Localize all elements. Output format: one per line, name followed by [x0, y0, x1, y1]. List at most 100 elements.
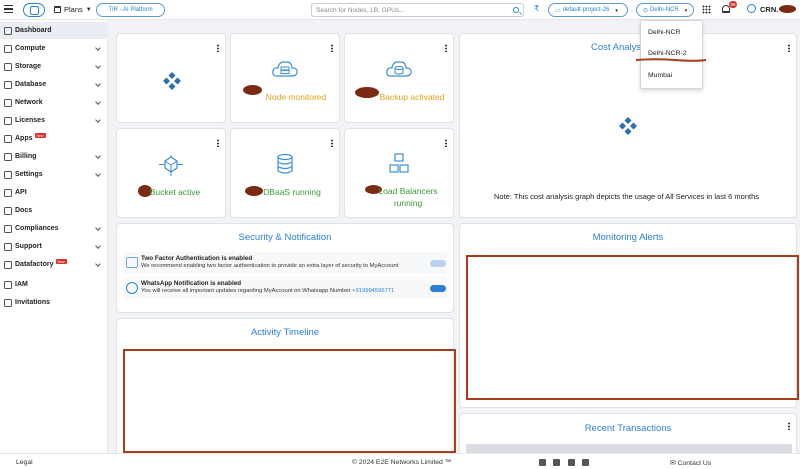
copyright-text: © 2024 E2E Networks Limited ™	[352, 459, 452, 466]
facebook-icon[interactable]	[553, 459, 560, 466]
whatsapp-toggle[interactable]	[430, 285, 446, 292]
backup-status-label: Backup activated	[379, 92, 445, 102]
user-name[interactable]: CRN.	[760, 5, 778, 14]
user-icon[interactable]	[747, 4, 756, 13]
sidebar-item-apps[interactable]: Apps New	[0, 130, 108, 147]
annotation-box	[466, 255, 799, 400]
project-selector[interactable]: ▭ default-project-26 ▼	[548, 3, 628, 17]
sidebar-item-docs[interactable]: Docs	[0, 202, 108, 219]
search-input[interactable]	[312, 4, 502, 16]
chevron-down-icon	[95, 63, 101, 69]
licenses-icon	[4, 116, 12, 125]
more-options-icon[interactable]	[788, 44, 790, 52]
sidebar-item-label: Apps	[15, 135, 33, 142]
sidebar-item-storage[interactable]: Storage	[0, 58, 108, 75]
chevron-down-icon	[95, 153, 101, 159]
sidebar-item-database[interactable]: Database	[0, 76, 108, 93]
more-options-icon[interactable]	[331, 44, 333, 52]
sidebar-item-api[interactable]: API	[0, 184, 108, 201]
sidebar-item-support[interactable]: Support	[0, 238, 108, 255]
whatsapp-description: You will receive all important updates r…	[141, 288, 394, 294]
sidebar-item-network[interactable]: Network	[0, 94, 108, 111]
billing-rupee-icon[interactable]: ₹	[534, 4, 539, 13]
card-backup[interactable]: Backup activated	[344, 33, 454, 123]
more-options-icon[interactable]	[445, 44, 447, 52]
sidebar-item-label: Datafactory	[15, 261, 54, 268]
legal-link[interactable]: Legal	[16, 459, 33, 466]
annotation-box	[123, 349, 456, 453]
card-bucket[interactable]: Bucket active	[116, 128, 226, 218]
sidebar-item-compliances[interactable]: Compliances	[0, 220, 108, 237]
plans-menu[interactable]: Plans ▼	[54, 5, 92, 14]
plans-label: Plans	[64, 5, 83, 14]
sidebar-item-iam[interactable]: IAM	[0, 276, 108, 293]
e2e-diamond-icon	[619, 117, 637, 135]
settings-icon	[4, 170, 12, 179]
whatsapp-description-text: You will receive all important updates r…	[141, 288, 353, 294]
footer: Legal © 2024 E2E Networks Limited ™ ✉ Co…	[0, 453, 800, 469]
more-options-icon[interactable]	[788, 422, 790, 430]
sidebar-item-datafactory[interactable]: Datafactory New	[0, 256, 108, 273]
security-title: Security & Notification	[238, 232, 332, 243]
activity-timeline-card: Activity Timeline	[116, 318, 456, 453]
card-load-balancers[interactable]: Load Balancers running	[344, 128, 454, 218]
two-factor-icon	[126, 257, 138, 268]
cloud-server-icon	[272, 61, 298, 77]
redaction-mark	[779, 5, 796, 13]
linkedin-icon[interactable]	[539, 459, 546, 466]
rss-icon[interactable]	[582, 459, 589, 466]
chevron-down-icon	[95, 261, 101, 267]
tir-ai-platform-button[interactable]: TIR - AI Platform	[96, 3, 165, 17]
e2e-logo[interactable]	[23, 3, 45, 17]
more-options-icon[interactable]	[445, 139, 447, 147]
sidebar-item-compute[interactable]: Compute	[0, 40, 108, 57]
chevron-down-icon	[95, 45, 101, 51]
search-box[interactable]	[311, 3, 524, 17]
whatsapp-title: WhatsApp Notification is enabled	[141, 280, 242, 287]
caret-down-icon: ▼	[85, 6, 92, 13]
more-options-icon[interactable]	[217, 44, 219, 52]
sidebar-item-label: Database	[15, 81, 47, 88]
twofa-toggle[interactable]	[430, 260, 446, 267]
apps-icon	[4, 134, 12, 143]
card-dbaas[interactable]: DBaaS running	[230, 128, 340, 218]
twitter-icon[interactable]	[568, 459, 575, 466]
contact-us-link[interactable]: ✉ Contact Us	[670, 459, 711, 467]
new-badge: New	[34, 133, 46, 138]
card-overview	[116, 33, 226, 123]
sidebar-item-label: Dashboard	[15, 27, 52, 34]
compute-icon	[4, 44, 12, 53]
folder-icon: ▭	[555, 7, 561, 14]
region-selector[interactable]: ⊙ Delhi-NCR ▼	[636, 3, 694, 17]
lb-status-label-line1: Load Balancers	[378, 186, 438, 196]
sidebar-item-licenses[interactable]: Licenses	[0, 112, 108, 129]
twofa-description: We recommend enabling two factor authent…	[141, 263, 399, 269]
notification-badge: 99	[729, 1, 737, 8]
card-node[interactable]: Node monitored	[230, 33, 340, 123]
apps-grid-icon[interactable]	[702, 5, 711, 14]
more-options-icon[interactable]	[217, 139, 219, 147]
top-bar: Plans ▼ TIR - AI Platform ₹ ▭ default-pr…	[0, 0, 800, 20]
iam-icon	[4, 280, 12, 289]
sidebar-item-label: Storage	[15, 63, 42, 70]
sidebar-item-settings[interactable]: Settings	[0, 166, 108, 183]
project-label: default-project-26	[562, 7, 610, 13]
menu-icon[interactable]	[4, 5, 13, 13]
sidebar-item-billing[interactable]: Billing	[0, 148, 108, 165]
contact-us-label: Contact Us	[677, 460, 712, 467]
region-option-delhi-ncr[interactable]: Delhi-NCR	[648, 29, 680, 36]
region-option-delhi-ncr-2[interactable]: Delhi-NCR-2	[648, 50, 687, 57]
more-options-icon[interactable]	[331, 139, 333, 147]
sidebar-item-invitations[interactable]: Invitations	[0, 294, 108, 311]
sidebar-item-label: Licenses	[15, 117, 45, 124]
search-icon[interactable]	[513, 7, 519, 13]
region-option-mumbai[interactable]: Mumbai	[648, 72, 672, 79]
load-balancer-icon	[389, 153, 409, 173]
new-badge: New	[55, 259, 67, 264]
node-status-label: Node monitored	[265, 92, 327, 102]
sidebar: Dashboard Compute Storage Database Network Li…	[0, 20, 108, 453]
sidebar-item-label: Compute	[15, 45, 46, 52]
region-dropdown-menu: Delhi-NCR Delhi-NCR-2 Mumbai	[635, 20, 707, 89]
docs-icon	[4, 206, 12, 215]
sidebar-item-dashboard[interactable]: Dashboard	[0, 22, 108, 39]
